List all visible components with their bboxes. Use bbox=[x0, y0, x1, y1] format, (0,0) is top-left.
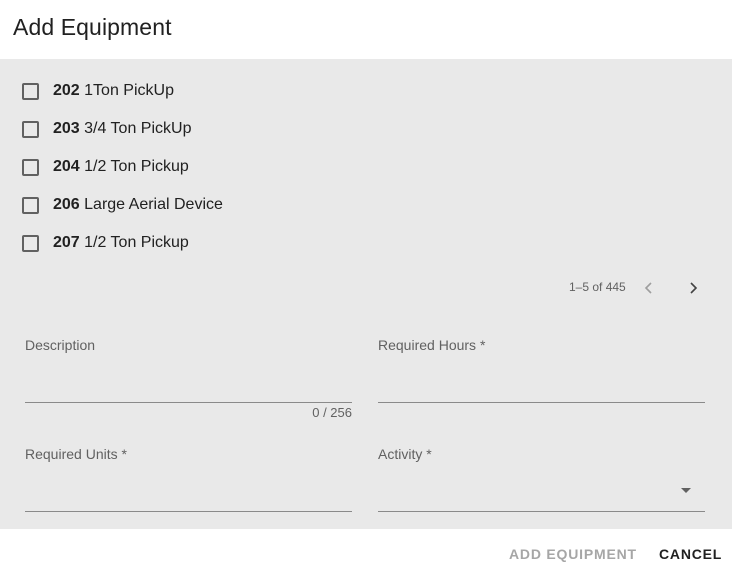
checkbox[interactable] bbox=[22, 120, 39, 138]
description-input[interactable] bbox=[25, 377, 352, 401]
equipment-item-203[interactable]: 203 3/4 Ton PickUp bbox=[22, 117, 191, 141]
add-equipment-button[interactable]: ADD EQUIPMENT bbox=[509, 546, 637, 562]
prev-page-button[interactable] bbox=[638, 277, 660, 299]
equipment-item-text: 203 3/4 Ton PickUp bbox=[53, 120, 191, 138]
checkbox[interactable] bbox=[22, 82, 39, 100]
checkbox[interactable] bbox=[22, 196, 39, 214]
required-units-label: Required Units * bbox=[25, 446, 127, 462]
equipment-item-207[interactable]: 207 1/2 Ton Pickup bbox=[22, 231, 189, 255]
add-equipment-dialog: Add Equipment 202 1Ton PickUp 203 3/4 To… bbox=[0, 0, 732, 575]
dialog-title: Add Equipment bbox=[13, 14, 172, 40]
equipment-code: 202 bbox=[53, 82, 80, 99]
activity-value bbox=[378, 486, 705, 510]
equipment-code: 203 bbox=[53, 120, 80, 137]
equipment-name: 1/2 Ton Pickup bbox=[84, 234, 189, 251]
required-hours-label: Required Hours * bbox=[378, 337, 486, 353]
description-counter: 0 / 256 bbox=[312, 405, 352, 420]
required-hours-field: Required Hours * bbox=[378, 337, 705, 407]
checkbox[interactable] bbox=[22, 158, 39, 176]
checkbox[interactable] bbox=[22, 234, 39, 252]
description-label: Description bbox=[25, 337, 96, 353]
equipment-code: 207 bbox=[53, 234, 80, 251]
next-page-button[interactable] bbox=[682, 277, 704, 299]
dialog-content: 202 1Ton PickUp 203 3/4 Ton PickUp 204 1… bbox=[0, 59, 732, 529]
chevron-right-icon bbox=[690, 282, 698, 294]
cancel-button[interactable]: CANCEL bbox=[659, 546, 722, 562]
equipment-item-text: 202 1Ton PickUp bbox=[53, 82, 174, 100]
required-hours-underline bbox=[378, 402, 705, 403]
equipment-item-text: 206 Large Aerial Device bbox=[53, 196, 223, 214]
equipment-item-text: 204 1/2 Ton Pickup bbox=[53, 158, 189, 176]
page-range-label: 1–5 of 445 bbox=[569, 280, 626, 294]
dialog-actions: ADD EQUIPMENT CANCEL bbox=[0, 529, 732, 575]
required-units-field: Required Units * bbox=[25, 446, 352, 516]
activity-label: Activity * bbox=[378, 446, 432, 462]
equipment-item-text: 207 1/2 Ton Pickup bbox=[53, 234, 189, 252]
equipment-name: 1Ton PickUp bbox=[84, 82, 174, 99]
dropdown-arrow-icon bbox=[681, 488, 691, 493]
equipment-item-204[interactable]: 204 1/2 Ton Pickup bbox=[22, 155, 189, 179]
description-field: Description 0 / 256 bbox=[25, 337, 352, 420]
pagination: 1–5 of 445 bbox=[0, 277, 732, 299]
equipment-name: 3/4 Ton PickUp bbox=[84, 120, 192, 137]
equipment-item-202[interactable]: 202 1Ton PickUp bbox=[22, 79, 174, 103]
equipment-code: 206 bbox=[53, 196, 80, 213]
required-units-underline bbox=[25, 511, 352, 512]
equipment-name: Large Aerial Device bbox=[84, 196, 223, 213]
equipment-item-206[interactable]: 206 Large Aerial Device bbox=[22, 193, 223, 217]
activity-underline bbox=[378, 511, 705, 512]
equipment-name: 1/2 Ton Pickup bbox=[84, 158, 189, 175]
equipment-code: 204 bbox=[53, 158, 80, 175]
activity-select[interactable]: Activity * bbox=[378, 446, 705, 516]
chevron-left-icon bbox=[644, 282, 652, 294]
description-underline bbox=[25, 402, 352, 403]
required-units-input[interactable] bbox=[25, 486, 352, 510]
required-hours-input[interactable] bbox=[378, 377, 705, 401]
